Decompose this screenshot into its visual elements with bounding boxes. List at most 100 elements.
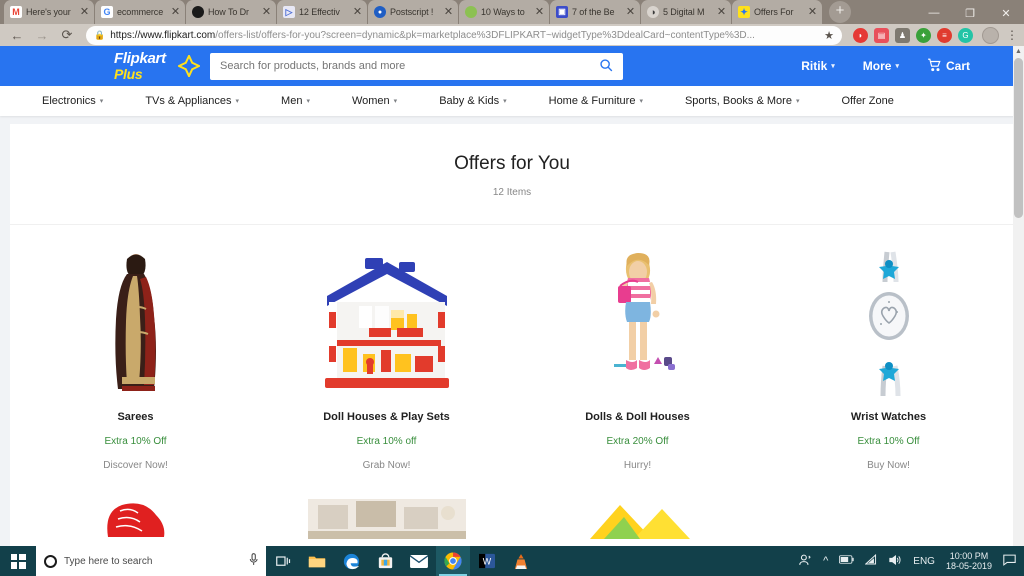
search-input[interactable]	[220, 60, 599, 73]
mail-icon[interactable]	[402, 546, 436, 576]
nav-label: Men	[281, 95, 303, 108]
nav-item-offer-zone[interactable]: Offer Zone	[841, 95, 893, 107]
nav-item-sports-books-more[interactable]: Sports, Books & More ▾	[685, 95, 800, 107]
nav-item-tvs-appliances[interactable]: TVs & Appliances ▾	[145, 95, 239, 107]
svg-text:W: W	[483, 557, 492, 567]
browser-tab-3[interactable]: ▷ 12 Effectiv ✕	[277, 0, 367, 24]
account-menu[interactable]: Ritik ▾	[801, 59, 835, 73]
nav-label: Baby & Kids	[439, 95, 500, 108]
offer-tile-row2-3[interactable]	[512, 489, 763, 546]
chrome-icon[interactable]	[436, 546, 470, 576]
nav-item-home-furniture[interactable]: Home & Furniture ▾	[549, 95, 643, 107]
vlc-icon[interactable]	[504, 546, 538, 576]
close-icon[interactable]: ✕	[352, 6, 363, 18]
notification-icon[interactable]	[1003, 554, 1016, 569]
close-icon[interactable]: ✕	[79, 6, 90, 18]
offers-grid-row-2	[10, 471, 1014, 546]
extension-green-icon[interactable]: ✦	[916, 27, 931, 43]
reload-icon[interactable]: ⟳	[56, 24, 78, 46]
taskbar-search[interactable]: Type here to search	[36, 546, 266, 576]
extension-grey-icon[interactable]: ♟	[895, 27, 910, 43]
browser-menu-icon[interactable]: ⋮	[1006, 28, 1018, 42]
red-shoe-image	[16, 499, 255, 539]
offers-grid: Sarees Extra 10% Off Discover Now! Doll …	[10, 225, 1014, 471]
site-search-box[interactable]	[210, 52, 623, 80]
close-icon[interactable]: ✕	[534, 6, 545, 18]
extension-orange-icon[interactable]: ≡	[937, 27, 952, 43]
microsoft-store-icon[interactable]	[368, 546, 402, 576]
address-bar[interactable]: 🔒 https://www.flipkart.com/offers-list/o…	[86, 25, 842, 45]
browser-tab-7[interactable]: ◑ 5 Digital M ✕	[641, 0, 731, 24]
nav-item-baby-kids[interactable]: Baby & Kids ▾	[439, 95, 506, 107]
omnibox-toolbar: ← → ⟳ 🔒 https://www.flipkart.com/offers-…	[0, 24, 1024, 47]
extension-teal-icon[interactable]: G	[958, 27, 973, 43]
extension-red-icon[interactable]: ◗	[853, 27, 868, 43]
extension-pink-icon[interactable]: ▤	[874, 27, 889, 43]
microphone-icon[interactable]	[249, 553, 258, 569]
page-scrollbar[interactable]: ▲	[1013, 46, 1024, 546]
window-controls: — ❐ ✕	[916, 0, 1024, 26]
chevron-down-icon: ▾	[639, 98, 643, 106]
chevron-down-icon: ▾	[393, 98, 398, 106]
offer-tile-row2-1[interactable]	[10, 489, 261, 546]
browser-tab-1[interactable]: G ecommerce ✕	[95, 0, 185, 24]
nav-item-electronics[interactable]: Electronics ▾	[42, 95, 103, 107]
offer-tile-row2-4[interactable]	[763, 489, 1014, 546]
back-icon[interactable]: ←	[6, 24, 28, 46]
clock-date: 18-05-2019	[945, 561, 992, 571]
task-view-icon[interactable]	[266, 546, 300, 576]
wifi-icon[interactable]	[864, 553, 878, 568]
offer-tile-wrist-watches[interactable]: Wrist Watches Extra 10% Off Buy Now!	[763, 239, 1014, 471]
scroll-up-arrow[interactable]: ▲	[1013, 46, 1024, 57]
bookmark-star-icon[interactable]: ★	[824, 29, 834, 42]
volume-icon[interactable]	[889, 554, 902, 569]
maximize-button[interactable]: ❐	[952, 0, 988, 26]
browser-tab-0[interactable]: M Here's your ✕	[4, 0, 94, 24]
scrollbar-thumb[interactable]	[1014, 58, 1023, 219]
search-icon[interactable]	[599, 58, 613, 75]
people-icon[interactable]	[799, 554, 812, 569]
close-icon[interactable]: ✕	[261, 6, 272, 18]
close-icon[interactable]: ✕	[716, 6, 727, 18]
edge-icon[interactable]	[334, 546, 368, 576]
new-tab-button[interactable]: +	[829, 1, 851, 23]
close-window-button[interactable]: ✕	[988, 0, 1024, 26]
nav-item-women[interactable]: Women ▾	[352, 95, 397, 107]
offer-tile-dolls-doll-houses[interactable]: Dolls & Doll Houses Extra 20% Off Hurry!	[512, 239, 763, 471]
url-text: https://www.flipkart.com/offers-list/off…	[110, 30, 820, 41]
nav-item-men[interactable]: Men ▾	[281, 95, 310, 107]
word-icon[interactable]: W	[470, 546, 504, 576]
offer-tile-row2-2[interactable]	[261, 489, 512, 546]
leaf-icon	[465, 6, 477, 18]
tab-title: Postscript !	[390, 7, 434, 17]
cart-icon	[927, 58, 942, 75]
language-indicator[interactable]: ENG	[913, 556, 935, 567]
close-icon[interactable]: ✕	[170, 6, 181, 18]
minimize-button[interactable]: —	[916, 0, 952, 26]
flipkart-plus-logo[interactable]: Flipkart Plus	[114, 51, 200, 81]
browser-tab-5[interactable]: 10 Ways to ✕	[459, 0, 549, 24]
offer-tile-sarees[interactable]: Sarees Extra 10% Off Discover Now!	[10, 239, 261, 471]
browser-tab-4[interactable]: ● Postscript ! ✕	[368, 0, 458, 24]
battery-icon[interactable]	[839, 555, 854, 567]
close-icon[interactable]: ✕	[807, 6, 818, 18]
start-button[interactable]	[0, 546, 36, 576]
offer-tile-doll-houses-play-sets[interactable]: Doll Houses & Play Sets Extra 10% off Gr…	[261, 239, 512, 471]
more-menu[interactable]: More ▾	[863, 59, 899, 73]
browser-tab-6[interactable]: ▣ 7 of the Be ✕	[550, 0, 640, 24]
cortana-icon	[44, 554, 57, 568]
nav-label: Electronics	[42, 95, 96, 108]
forward-icon[interactable]: →	[31, 24, 53, 46]
file-explorer-icon[interactable]	[300, 546, 334, 576]
browser-tab-2[interactable]: How To Dr ✕	[186, 0, 276, 24]
empty-thumb	[769, 499, 1008, 539]
clock[interactable]: 10:00 PM 18-05-2019	[946, 551, 992, 572]
cart-button[interactable]: Cart	[927, 58, 970, 75]
close-icon[interactable]: ✕	[625, 6, 636, 18]
browser-tab-8-active[interactable]: ✦ Offers For ✕	[732, 0, 822, 24]
offer-cta: Buy Now!	[867, 460, 910, 472]
chevron-up-icon[interactable]: ^	[823, 555, 828, 567]
chevron-down-icon: ▾	[795, 98, 800, 106]
close-icon[interactable]: ✕	[443, 6, 454, 18]
profile-avatar[interactable]	[982, 26, 999, 44]
